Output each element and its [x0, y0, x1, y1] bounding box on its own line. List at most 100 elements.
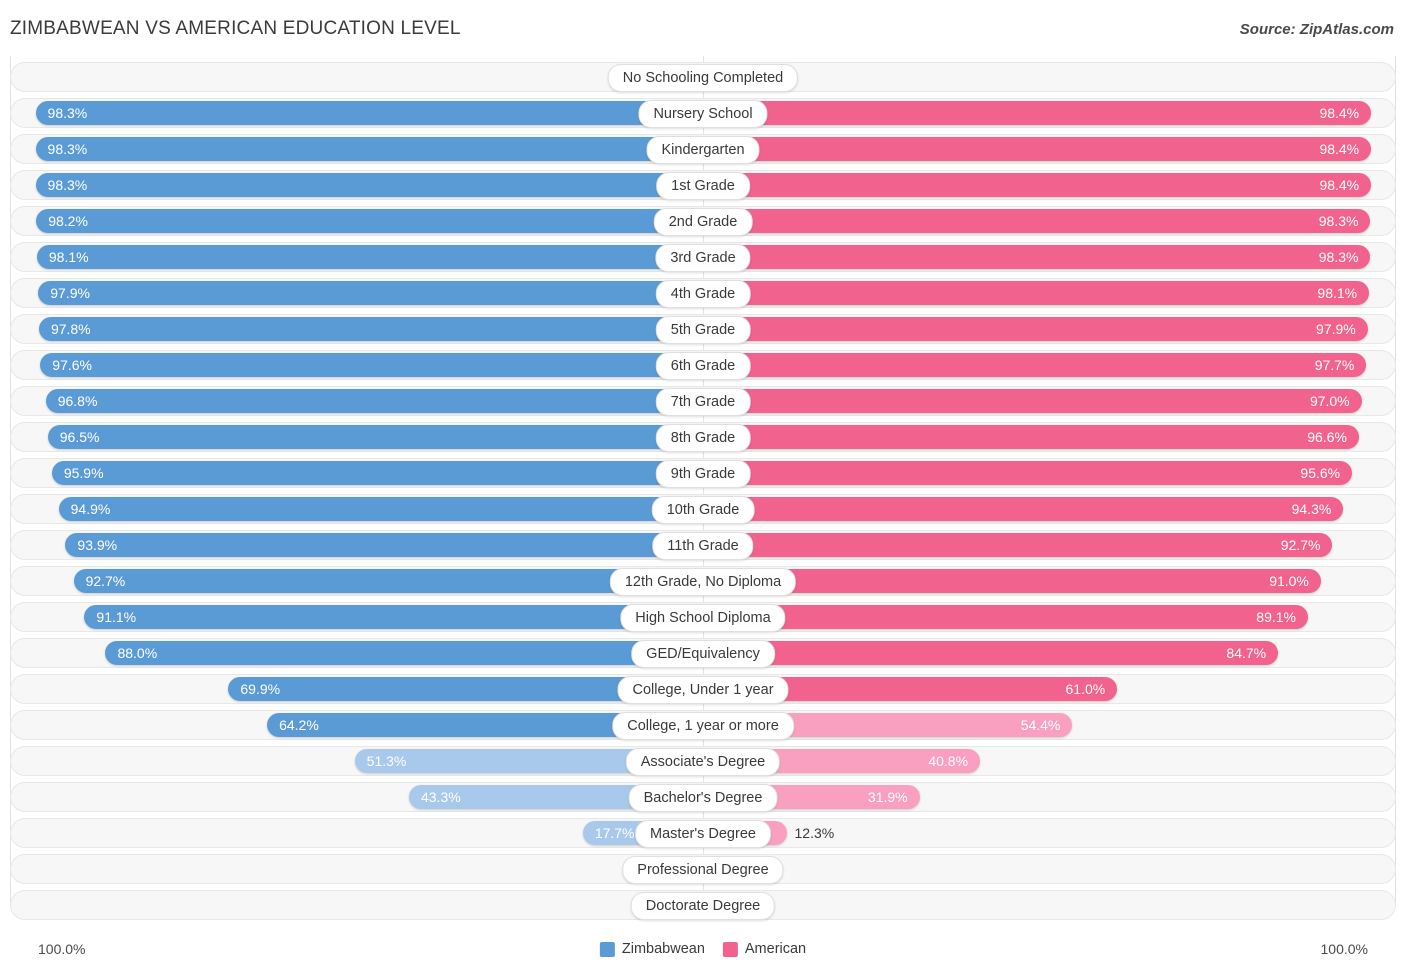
bar-american[interactable] [703, 497, 1344, 521]
bar-zimbabwean[interactable] [40, 353, 703, 377]
bar-zimbabwean[interactable] [38, 317, 703, 341]
value-label-american: 98.3% [1318, 213, 1359, 229]
bar-row: 98.3% 98.4% 1st Grade [0, 170, 1406, 200]
category-label: 4th Grade [655, 280, 751, 308]
bar-zimbabwean[interactable] [36, 245, 703, 269]
value-label-zimbabwean: 97.6% [52, 357, 92, 373]
value-label-american: 97.7% [1314, 357, 1355, 373]
category-label: GED/Equivalency [631, 640, 775, 668]
value-label-american: 31.9% [867, 789, 908, 805]
bar-american[interactable] [703, 245, 1371, 269]
bar-row: 5.2%3.6%Professional Degree [0, 854, 1406, 884]
category-label: 8th Grade [655, 424, 751, 452]
legend-swatch-american [722, 941, 738, 957]
value-label-american: 98.4% [1319, 105, 1360, 121]
category-label: 2nd Grade [653, 208, 753, 236]
bar-zimbabwean[interactable] [84, 605, 703, 629]
bar-row: 98.3% 98.4% Kindergarten [0, 134, 1406, 164]
bar-zimbabwean[interactable] [35, 137, 703, 161]
chart-plot-area: 1.7%1.7%No Schooling Completed 98.3% 98.4%… [0, 56, 1406, 932]
bar-row: 88.0% 84.7% GED/Equivalency [0, 638, 1406, 668]
legend-swatch-zimbabwean [599, 941, 615, 957]
value-label-zimbabwean: 97.8% [50, 321, 91, 337]
bar-american[interactable] [703, 641, 1279, 665]
legend-item-american[interactable]: American [722, 941, 807, 957]
category-label: 1st Grade [656, 172, 750, 200]
bar-row: 98.3% 98.4% Nursery School [0, 98, 1406, 128]
bar-american[interactable] [703, 425, 1359, 449]
bar-rows-container: 1.7%1.7%No Schooling Completed 98.3% 98.4%… [0, 62, 1406, 926]
value-label-american: 92.7% [1280, 537, 1321, 553]
chart-legend: Zimbabwean American [599, 941, 807, 957]
bar-american[interactable] [703, 605, 1308, 629]
bar-american[interactable] [703, 101, 1372, 125]
value-label-zimbabwean: 94.9% [70, 501, 111, 517]
bar-zimbabwean[interactable] [73, 569, 703, 593]
value-label-american: 97.9% [1316, 321, 1356, 337]
bar-row: 95.9% 95.6% 9th Grade [0, 458, 1406, 488]
bar-row: 97.6% 97.7% 6th Grade [0, 350, 1406, 380]
bar-american[interactable] [703, 173, 1372, 197]
bar-american[interactable] [703, 317, 1368, 341]
bar-zimbabwean[interactable] [35, 173, 703, 197]
category-label: No Schooling Completed [607, 64, 799, 92]
value-label-zimbabwean: 43.3% [420, 789, 461, 805]
bar-american[interactable] [703, 353, 1367, 377]
category-label: 5th Grade [655, 316, 751, 344]
bar-row: 43.3% 31.9% Bachelor's Degree [0, 782, 1406, 812]
value-label-american: 94.3% [1291, 501, 1332, 517]
bar-american[interactable] [703, 137, 1372, 161]
bar-zimbabwean[interactable] [45, 389, 703, 413]
legend-label-american: American [744, 941, 807, 957]
bar-zimbabwean[interactable] [36, 209, 703, 233]
value-label-zimbabwean: 98.1% [48, 249, 89, 265]
value-label-american: 97.0% [1309, 393, 1350, 409]
category-label: 10th Grade [651, 496, 755, 524]
axis-label-right-max: 100.0% [1320, 941, 1368, 957]
category-label: College, 1 year or more [612, 712, 794, 740]
category-label: 3rd Grade [655, 244, 751, 272]
value-label-zimbabwean: 69.9% [240, 681, 281, 697]
category-label: High School Diploma [620, 604, 786, 632]
value-label-zimbabwean: 96.5% [59, 429, 100, 445]
value-label-american: 98.1% [1317, 285, 1358, 301]
value-label-american: 12.3% [794, 825, 835, 841]
value-label-zimbabwean: 93.9% [77, 537, 118, 553]
legend-item-zimbabwean[interactable]: Zimbabwean [599, 941, 705, 957]
bar-zimbabwean[interactable] [105, 641, 703, 665]
category-label: Doctorate Degree [630, 892, 776, 920]
value-label-zimbabwean: 97.9% [50, 285, 90, 301]
bar-row: 64.2% 54.4% College, 1 year or more [0, 710, 1406, 740]
bar-american[interactable] [703, 281, 1370, 305]
value-label-zimbabwean: 91.1% [96, 609, 137, 625]
value-label-american: 95.6% [1300, 465, 1341, 481]
value-label-american: 96.6% [1307, 429, 1347, 445]
bar-row: 93.9% 92.7% 11th Grade [0, 530, 1406, 560]
category-label: 12th Grade, No Diploma [609, 568, 797, 596]
category-label: Professional Degree [622, 856, 784, 884]
bar-row: 97.9% 98.1% 4th Grade [0, 278, 1406, 308]
bar-row: 51.3% 40.8% Associate's Degree [0, 746, 1406, 776]
category-label: 7th Grade [655, 388, 751, 416]
bar-american[interactable] [703, 461, 1353, 485]
category-label: College, Under 1 year [617, 676, 789, 704]
bar-american[interactable] [703, 533, 1333, 557]
chart-footer: 100.0% Zimbabwean American 100.0% [0, 932, 1406, 975]
value-label-zimbabwean: 92.7% [85, 573, 126, 589]
value-label-zimbabwean: 98.2% [48, 213, 88, 229]
bar-american[interactable] [703, 389, 1362, 413]
value-label-american: 89.1% [1256, 609, 1296, 625]
bar-american[interactable] [703, 209, 1371, 233]
bar-zimbabwean[interactable] [58, 497, 703, 521]
bar-zimbabwean[interactable] [65, 533, 703, 557]
bar-zimbabwean[interactable] [38, 281, 703, 305]
category-label: Master's Degree [635, 820, 771, 848]
bar-row: 98.2% 98.3% 2nd Grade [0, 206, 1406, 236]
value-label-zimbabwean: 98.3% [47, 177, 88, 193]
bar-row: 96.8% 97.0% 7th Grade [0, 386, 1406, 416]
bar-zimbabwean[interactable] [47, 425, 703, 449]
category-label: 6th Grade [655, 352, 751, 380]
bar-zimbabwean[interactable] [51, 461, 703, 485]
bar-row: 69.9% 61.0% College, Under 1 year [0, 674, 1406, 704]
bar-zimbabwean[interactable] [35, 101, 703, 125]
